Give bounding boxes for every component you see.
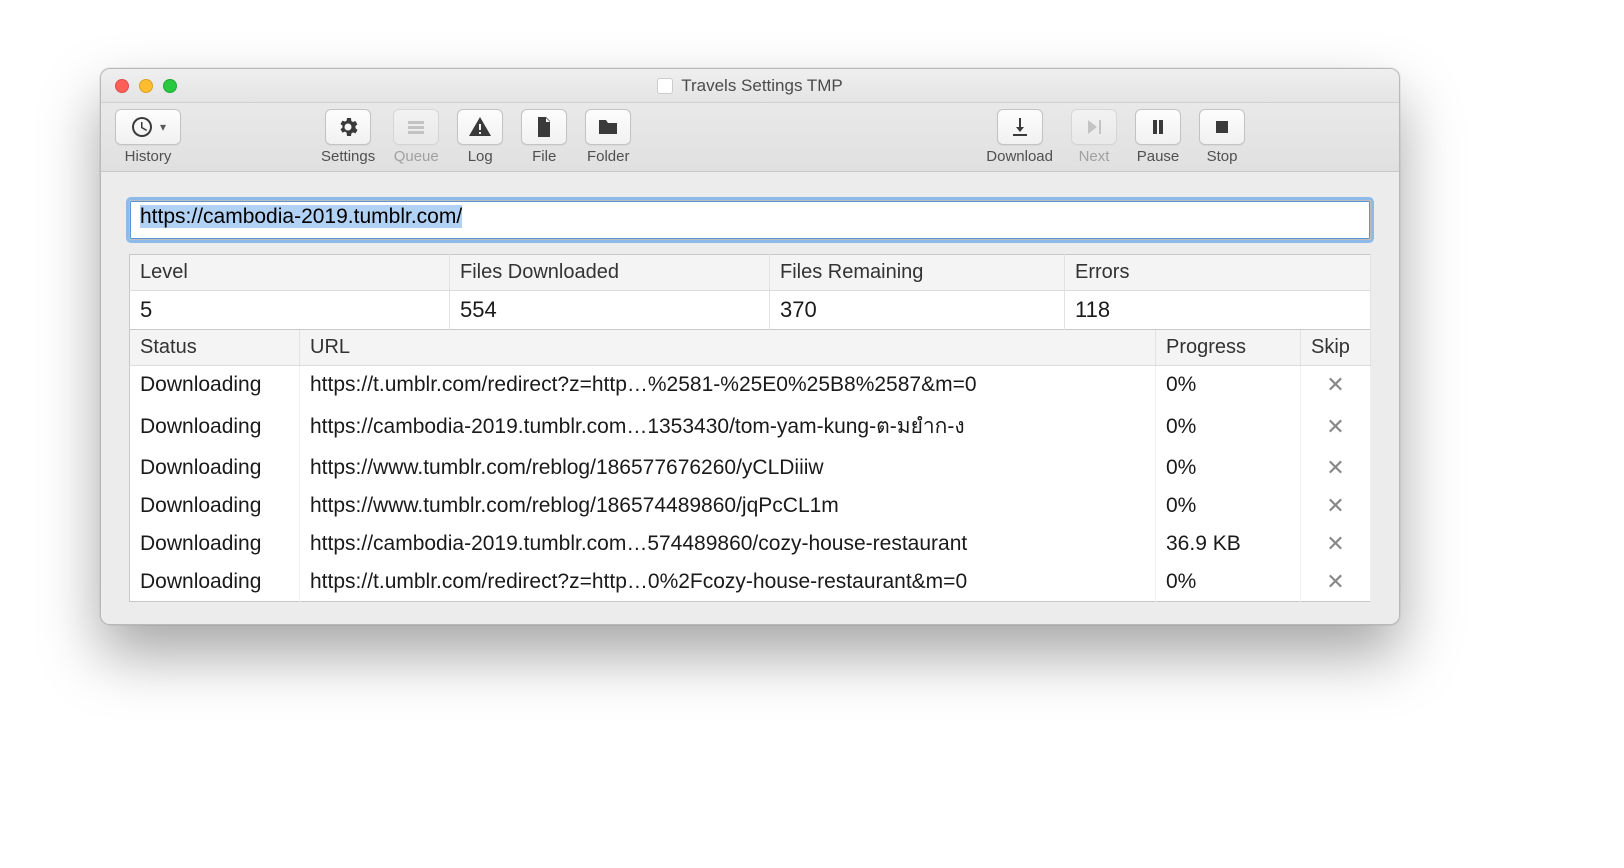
- download-icon: [1008, 115, 1032, 139]
- queue-button[interactable]: [393, 109, 439, 145]
- download-button[interactable]: [997, 109, 1043, 145]
- table-row[interactable]: Downloadinghttps://t.umblr.com/redirect?…: [130, 366, 1371, 405]
- titlebar[interactable]: Travels Settings TMP: [101, 69, 1399, 103]
- errors-value: 118: [1065, 291, 1371, 330]
- status-cell: Downloading: [130, 525, 300, 563]
- download-label: Download: [986, 148, 1053, 165]
- files-remaining-value: 370: [770, 291, 1065, 330]
- folder-button[interactable]: [585, 109, 631, 145]
- status-cell: Downloading: [130, 366, 300, 405]
- skip-button[interactable]: ✕: [1326, 455, 1344, 480]
- col-status: Status: [130, 330, 300, 366]
- table-row[interactable]: Downloadinghttps://t.umblr.com/redirect?…: [130, 563, 1371, 602]
- stats-table: Level Files Downloaded Files Remaining E…: [129, 254, 1371, 330]
- file-label: File: [532, 148, 556, 165]
- settings-button[interactable]: [325, 109, 371, 145]
- gear-icon: [336, 115, 360, 139]
- status-cell: Downloading: [130, 487, 300, 525]
- progress-cell: 36.9 KB: [1156, 525, 1301, 563]
- col-progress: Progress: [1156, 330, 1301, 366]
- skip-button[interactable]: ✕: [1326, 569, 1344, 594]
- col-url: URL: [300, 330, 1156, 366]
- history-label: History: [125, 148, 172, 165]
- app-icon: [657, 78, 673, 94]
- url-cell: https://t.umblr.com/redirect?z=http…0%2F…: [300, 563, 1156, 602]
- next-button[interactable]: [1071, 109, 1117, 145]
- files-downloaded-value: 554: [450, 291, 770, 330]
- table-row[interactable]: Downloadinghttps://www.tumblr.com/reblog…: [130, 487, 1371, 525]
- progress-cell: 0%: [1156, 366, 1301, 405]
- next-icon: [1082, 115, 1106, 139]
- list-icon: [404, 115, 428, 139]
- window-title-row: Travels Settings TMP: [101, 76, 1399, 96]
- close-window-button[interactable]: [115, 79, 129, 93]
- folder-label: Folder: [587, 148, 630, 165]
- file-icon: [532, 115, 556, 139]
- url-cell: https://cambodia-2019.tumblr.com…5744898…: [300, 525, 1156, 563]
- status-cell: Downloading: [130, 449, 300, 487]
- url-value: https://cambodia-2019.tumblr.com/: [140, 205, 462, 228]
- pause-label: Pause: [1137, 148, 1180, 165]
- file-button[interactable]: [521, 109, 567, 145]
- skip-button[interactable]: ✕: [1326, 414, 1344, 439]
- minimize-window-button[interactable]: [139, 79, 153, 93]
- zoom-window-button[interactable]: [163, 79, 177, 93]
- level-header: Level: [130, 255, 450, 291]
- table-row[interactable]: Downloadinghttps://cambodia-2019.tumblr.…: [130, 404, 1371, 449]
- window-title: Travels Settings TMP: [681, 76, 843, 96]
- errors-header: Errors: [1065, 255, 1371, 291]
- url-input[interactable]: https://cambodia-2019.tumblr.com/: [129, 200, 1371, 240]
- queue-label: Queue: [394, 148, 439, 165]
- url-cell: https://cambodia-2019.tumblr.com…1353430…: [300, 404, 1156, 449]
- skip-button[interactable]: ✕: [1326, 531, 1344, 556]
- downloads-table: Status URL Progress Skip Downloadinghttp…: [129, 330, 1371, 602]
- content-area: https://cambodia-2019.tumblr.com/ Level …: [101, 172, 1399, 624]
- status-cell: Downloading: [130, 404, 300, 449]
- url-cell: https://www.tumblr.com/reblog/1865744898…: [300, 487, 1156, 525]
- pause-button[interactable]: [1135, 109, 1181, 145]
- url-cell: https://t.umblr.com/redirect?z=http…%258…: [300, 366, 1156, 405]
- skip-button[interactable]: ✕: [1326, 372, 1344, 397]
- next-label: Next: [1079, 148, 1110, 165]
- url-cell: https://www.tumblr.com/reblog/1865776762…: [300, 449, 1156, 487]
- progress-cell: 0%: [1156, 449, 1301, 487]
- log-label: Log: [468, 148, 493, 165]
- progress-cell: 0%: [1156, 404, 1301, 449]
- stop-label: Stop: [1207, 148, 1238, 165]
- stop-button[interactable]: [1199, 109, 1245, 145]
- level-value: 5: [130, 291, 450, 330]
- history-button[interactable]: ▾: [115, 109, 181, 145]
- toolbar: ▾ History Settings Queue: [101, 103, 1399, 172]
- warning-icon: [468, 115, 492, 139]
- settings-label: Settings: [321, 148, 375, 165]
- table-row[interactable]: Downloadinghttps://www.tumblr.com/reblog…: [130, 449, 1371, 487]
- chevron-down-icon: ▾: [160, 120, 166, 134]
- status-cell: Downloading: [130, 563, 300, 602]
- table-row[interactable]: Downloadinghttps://cambodia-2019.tumblr.…: [130, 525, 1371, 563]
- pause-icon: [1146, 115, 1170, 139]
- log-button[interactable]: [457, 109, 503, 145]
- clock-icon: [130, 115, 154, 139]
- col-skip: Skip: [1301, 330, 1371, 366]
- app-window: Travels Settings TMP ▾ History Settings: [100, 68, 1400, 625]
- folder-icon: [596, 115, 620, 139]
- progress-cell: 0%: [1156, 487, 1301, 525]
- files-remaining-header: Files Remaining: [770, 255, 1065, 291]
- stop-icon: [1210, 115, 1234, 139]
- skip-button[interactable]: ✕: [1326, 493, 1344, 518]
- window-controls: [115, 79, 177, 93]
- progress-cell: 0%: [1156, 563, 1301, 602]
- files-downloaded-header: Files Downloaded: [450, 255, 770, 291]
